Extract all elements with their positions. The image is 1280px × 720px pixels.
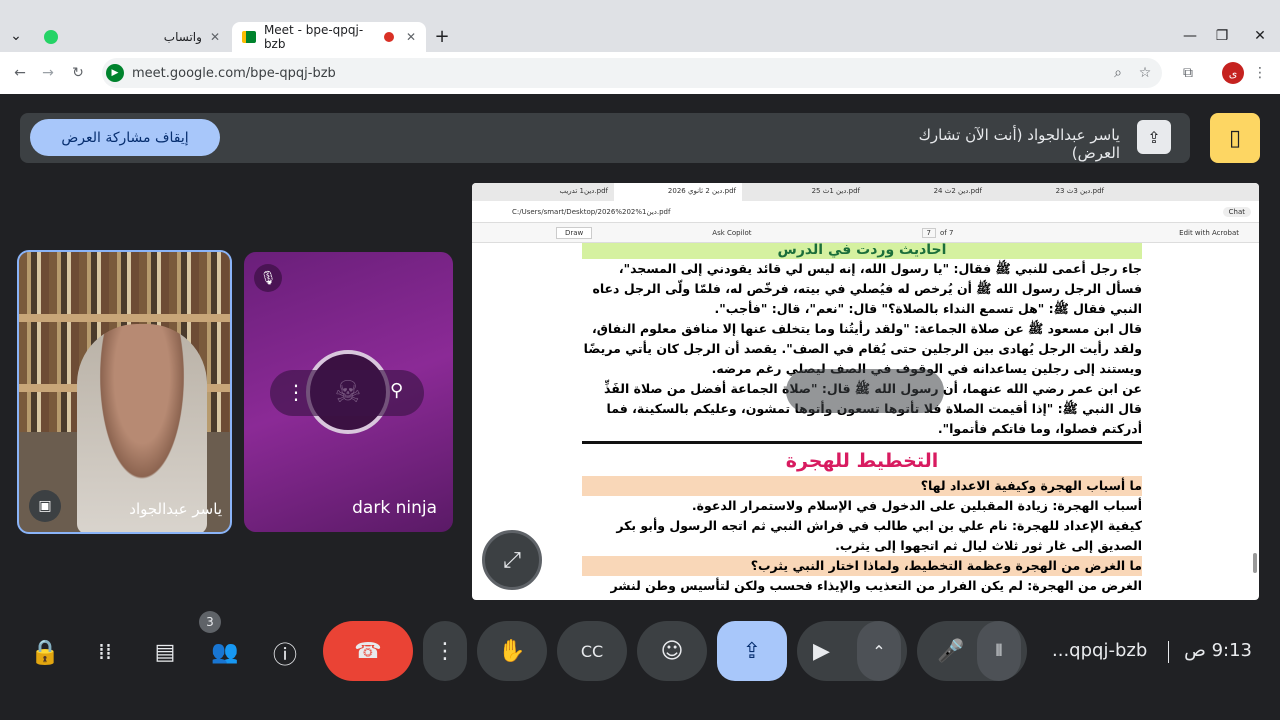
more-options-icon[interactable]: ⋮ — [286, 380, 306, 404]
chevron-up-icon: ⌃ — [872, 641, 886, 661]
browser-menu-icon[interactable]: ⋮ — [1252, 63, 1268, 83]
bookmark-star-icon[interactable]: ☆ — [1135, 63, 1155, 83]
tab-meet-label: Meet - bpe-qpqj-bzb — [263, 23, 364, 51]
participant-count-badge: 3 — [199, 611, 221, 633]
pdf-tab[interactable]: دين 3ث 23.pdf — [988, 183, 1110, 201]
people-icon[interactable]: 👥 — [208, 635, 242, 669]
pdf-address-bar: C:/Users/smart/Desktop/2026%202%دين1.pdf… — [472, 201, 1259, 223]
reload-icon[interactable]: ↻ — [68, 63, 88, 83]
edit-acrobat-button[interactable]: Edit with Acrobat — [1179, 229, 1239, 237]
question: ما أسباب الهجرة وكيفية الاعداد لها؟ — [582, 476, 1142, 496]
draw-button[interactable]: Draw — [556, 226, 593, 239]
profile-avatar[interactable]: ی — [1222, 62, 1244, 84]
info-icon[interactable]: ⓘ — [268, 635, 302, 669]
audio-level-indicator: ⫴ — [977, 621, 1021, 681]
captions-button[interactable]: CC — [557, 621, 627, 681]
pdf-tab[interactable]: دين 2ث 24.pdf — [866, 183, 988, 201]
present-button[interactable]: ⇪ — [717, 621, 787, 681]
emoji-icon: ☺ — [660, 638, 684, 664]
reactions-button[interactable]: ☺ — [637, 621, 707, 681]
page-total: of 7 — [940, 228, 954, 237]
camera-icon: ▶ — [813, 638, 830, 664]
divider — [1168, 641, 1169, 663]
minimize-icon[interactable]: — — [1180, 26, 1200, 46]
pip-button[interactable]: ▣ — [29, 490, 61, 522]
page-current[interactable]: 7 — [921, 227, 937, 238]
window-close-icon[interactable]: ✕ — [1250, 26, 1270, 46]
close-icon[interactable]: ✕ — [210, 30, 220, 44]
raise-hand-button[interactable]: ✋ — [477, 621, 547, 681]
fullscreen-button[interactable]: ⤢ — [482, 530, 542, 590]
meet-icon — [242, 31, 256, 43]
participant-count: 3 — [206, 615, 214, 629]
screen-share-overlay — [786, 369, 944, 413]
audio-bars-icon: ⫴ — [995, 641, 1003, 660]
pdf-tabstrip: دين1 تدريب.pdf دين 2 ثانوي 2026.pdf دين … — [472, 183, 1259, 201]
hadith-item: جاء رجل أعمى للنبي ﷺ فقال: "يا رسول الله… — [592, 261, 1142, 316]
pdf-tab[interactable]: دين 1ث 25.pdf — [742, 183, 866, 201]
address-bar[interactable]: meet.google.com/bpe-qpqj-bzb — [102, 58, 1162, 88]
participant-name: dark ninja — [352, 498, 437, 518]
whatsapp-icon — [44, 30, 58, 44]
new-tab-icon[interactable]: + — [432, 26, 452, 47]
zoom-icon[interactable]: ⌕ — [1108, 63, 1128, 83]
answer: أسباب الهجرة: زيادة المقبلين على الدخول … — [691, 498, 1142, 513]
close-icon[interactable]: ✕ — [406, 30, 416, 44]
stop-sharing-button[interactable]: إيقاف مشاركة العرض — [30, 119, 220, 156]
captions-icon: CC — [580, 641, 604, 661]
participant-tile-dark-ninja[interactable]: 🎙 ☠ ⋮ ⚲ dark ninja — [244, 252, 453, 532]
url-text: meet.google.com/bpe-qpqj-bzb — [132, 65, 336, 81]
maximize-icon[interactable]: ❐ — [1212, 26, 1232, 46]
profile-initial: ی — [1228, 66, 1238, 80]
chat-icon[interactable]: ▤ — [148, 635, 182, 669]
pdf-tab[interactable]: دين 2 ثانوي 2026.pdf — [614, 183, 742, 201]
activities-icon: ▯ — [1228, 125, 1242, 151]
present-icon: ⇪ — [1137, 120, 1171, 154]
participant-tile-self[interactable]: ياسر عبدالجواد ▣ — [17, 250, 232, 534]
hang-up-icon: ☎ — [354, 638, 382, 664]
host-controls-icon[interactable]: 🔒 — [28, 635, 62, 669]
pdf-tab[interactable]: دين1 تدريب.pdf — [492, 183, 614, 201]
section-title: أحاديث وردت في الدرس — [582, 243, 1142, 259]
back-icon[interactable]: ← — [10, 63, 30, 83]
more-options-button[interactable]: ⋮ — [423, 621, 467, 681]
forward-icon[interactable]: → — [38, 63, 58, 83]
pdf-page: أحاديث وردت في الدرس جاء رجل أعمى للنبي … — [582, 243, 1142, 600]
answer: الغرض من الهجرة: لم يكن الفرار من التعذي… — [610, 578, 1142, 593]
chat-button[interactable]: Chat — [1222, 206, 1251, 217]
hand-icon: ✋ — [498, 638, 526, 664]
tab-whatsapp[interactable]: واتساب ✕ — [34, 22, 230, 52]
end-call-button[interactable]: ☎ — [323, 621, 413, 681]
mic-muted-icon: 🎙 — [254, 264, 282, 292]
extensions-icon[interactable]: ⧉ — [1178, 63, 1198, 83]
tab-whatsapp-label: واتساب — [163, 30, 202, 44]
mic-icon: 🎤 — [937, 638, 965, 664]
expand-icon: ⤢ — [503, 547, 521, 573]
tab-search-icon[interactable]: ⌄ — [6, 26, 26, 46]
recording-icon — [384, 32, 394, 42]
pin-icon[interactable]: ⚲ — [390, 380, 403, 401]
clock-time: 9:13 ص — [1184, 640, 1252, 661]
file-path[interactable]: C:/Users/smart/Desktop/2026%202%دين1.pdf — [512, 208, 670, 216]
pdf-toolbar: Draw Ask Copilot 7 of 7 Edit with Acroba… — [472, 223, 1259, 243]
tab-meet[interactable]: Meet - bpe-qpqj-bzb ✕ — [232, 22, 426, 52]
copilot-button[interactable]: Ask Copilot — [712, 229, 751, 237]
apps-icon[interactable]: ⁞⁞ — [88, 635, 122, 669]
activities-button[interactable]: ▯ — [1210, 113, 1260, 163]
participant-name: ياسر عبدالجواد — [129, 500, 222, 518]
meeting-code: ...qpqj-bzb — [1052, 640, 1148, 661]
answer: كيفية الإعداد للهجرة: نام علي بن ابي طال… — [616, 518, 1142, 553]
question: ما الغرض من الهجرة وعظمة التخطيط، ولماذا… — [582, 556, 1142, 576]
camera-options-button[interactable]: ⌃ — [857, 621, 901, 681]
shared-screen: دين1 تدريب.pdf دين 2 ثانوي 2026.pdf دين … — [472, 183, 1259, 600]
site-info-icon[interactable]: ▶ — [106, 64, 124, 82]
scrollbar[interactable] — [1253, 553, 1257, 573]
section-heading: التخطيط للهجرة — [785, 450, 939, 472]
divider — [582, 441, 1142, 444]
present-screen-icon: ⇪ — [742, 638, 762, 664]
shelf — [19, 314, 230, 322]
share-status-text: ياسر عبدالجواد (أنت الآن تشارك العرض) — [918, 126, 1120, 162]
